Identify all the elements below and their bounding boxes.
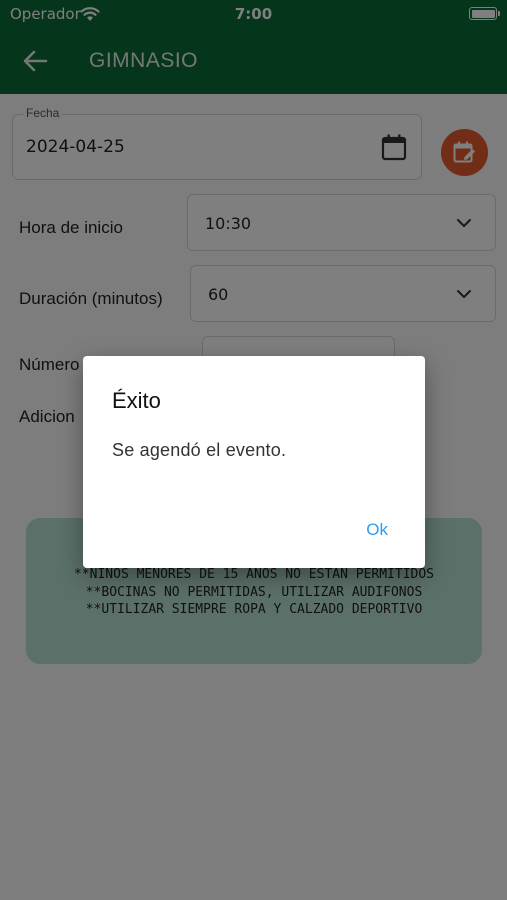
dialog-message: Se agendó el evento. [112,440,287,460]
dialog-title: Éxito [112,388,161,413]
ok-button[interactable]: Ok [366,520,388,540]
success-dialog: Éxito Se agendó el evento. Ok [83,356,425,568]
